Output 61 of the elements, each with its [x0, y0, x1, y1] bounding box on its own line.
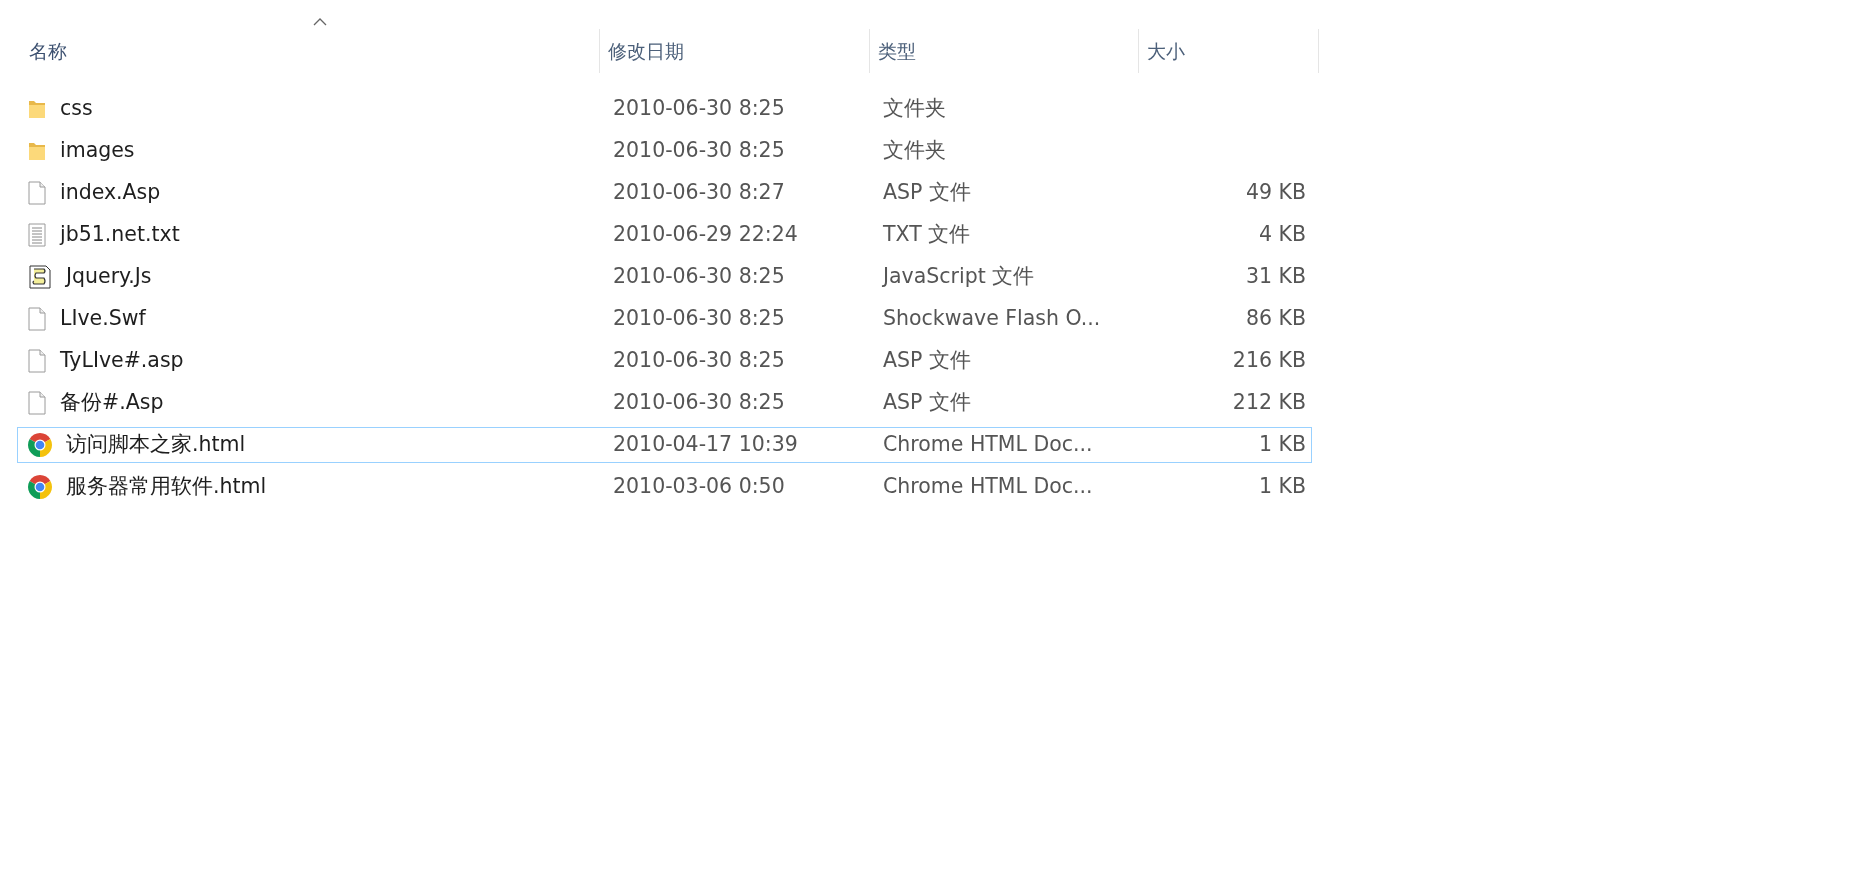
file-name: jb51.net.txt: [60, 221, 180, 249]
column-header[interactable]: 名称: [17, 29, 600, 73]
file-icon: [28, 306, 46, 331]
type-cell-text: Chrome HTML Doc...: [882, 473, 1094, 501]
date-cell-text: 2010-06-30 8:25: [612, 263, 786, 291]
file-row[interactable]: 服务器常用软件.html 2010-03-06 0:50 Chrome HTML Doc... 1 KB: [17, 469, 1312, 505]
date-cell-text: 2010-06-30 8:25: [612, 389, 786, 417]
file-icon: [28, 348, 46, 373]
date-cell-text: 2010-04-17 10:39: [612, 431, 799, 459]
date-cell-text: 2010-06-30 8:25: [612, 305, 786, 333]
size-cell-text: 1 KB: [1257, 431, 1307, 459]
size-cell-text: 212 KB: [1231, 389, 1307, 417]
column-header[interactable]: 修改日期: [600, 29, 870, 73]
date-cell-text: 2010-06-30 8:27: [612, 179, 786, 207]
size-cell-text: 86 KB: [1244, 305, 1307, 333]
file-name: TyLIve#.asp: [60, 347, 184, 375]
type-cell-text: ASP 文件: [882, 389, 972, 417]
file-row[interactable]: TyLIve#.asp 2010-06-30 8:25 ASP 文件 216 KB: [17, 343, 1312, 379]
text-file-icon: [28, 222, 46, 247]
sort-up-icon: [313, 17, 327, 26]
file-name: LIve.Swf: [60, 305, 146, 333]
file-row[interactable]: 访问脚本之家.html 2010-04-17 10:39 Chrome HTML Doc... 1 KB: [17, 427, 1312, 463]
date-cell-text: 2010-06-30 8:25: [612, 347, 786, 375]
type-cell-text: 文件夹: [882, 95, 947, 123]
file-row[interactable]: index.Asp 2010-06-30 8:27 ASP 文件 49 KB: [17, 175, 1312, 211]
file-name: index.Asp: [60, 179, 161, 207]
file-name: 访问脚本之家.html: [66, 431, 246, 459]
file-row[interactable]: images 2010-06-30 8:25 文件夹: [17, 133, 1312, 169]
file-row[interactable]: 备份#.Asp 2010-06-30 8:25 ASP 文件 212 KB: [17, 385, 1312, 421]
type-cell-text: ASP 文件: [882, 347, 972, 375]
type-cell-text: ASP 文件: [882, 179, 972, 207]
size-cell-text: 49 KB: [1244, 179, 1307, 207]
size-cell-text: 4 KB: [1257, 221, 1307, 249]
chrome-icon: [28, 432, 52, 457]
type-cell-text: TXT 文件: [882, 221, 972, 249]
file-name: 服务器常用软件.html: [66, 473, 267, 501]
size-cell-text: 1 KB: [1257, 473, 1307, 501]
date-cell-text: 2010-06-30 8:25: [612, 137, 786, 165]
column-header[interactable]: 类型: [870, 29, 1139, 73]
date-cell-text: 2010-06-29 22:24: [612, 221, 799, 249]
file-name: css: [60, 95, 93, 123]
file-name: Jquery.Js: [66, 263, 152, 291]
file-row[interactable]: LIve.Swf 2010-06-30 8:25 Shockwave Flash O... 86 KB: [17, 301, 1312, 337]
column-header[interactable]: 大小: [1139, 29, 1319, 73]
type-cell-text: Chrome HTML Doc...: [882, 431, 1094, 459]
type-cell-text: 文件夹: [882, 137, 947, 165]
file-icon: [28, 390, 46, 415]
file-row[interactable]: css 2010-06-30 8:25 文件夹: [17, 91, 1312, 127]
size-cell-text: 31 KB: [1244, 263, 1307, 291]
file-icon: [28, 180, 46, 205]
date-cell-text: 2010-03-06 0:50: [612, 473, 786, 501]
file-name: 备份#.Asp: [60, 389, 164, 417]
size-cell-text: 216 KB: [1231, 347, 1307, 375]
date-cell-text: 2010-06-30 8:25: [612, 95, 786, 123]
script-file-icon: [28, 263, 52, 290]
type-cell-text: JavaScript 文件: [881, 263, 1036, 291]
file-row[interactable]: jb51.net.txt 2010-06-29 22:24 TXT 文件 4 KB: [17, 217, 1312, 253]
type-cell-text: Shockwave Flash O...: [882, 305, 1102, 333]
chrome-icon: [28, 474, 52, 499]
file-row[interactable]: Jquery.Js 2010-06-30 8:25 JavaScript 文件 31 KB: [17, 259, 1312, 295]
file-name: images: [60, 137, 135, 165]
